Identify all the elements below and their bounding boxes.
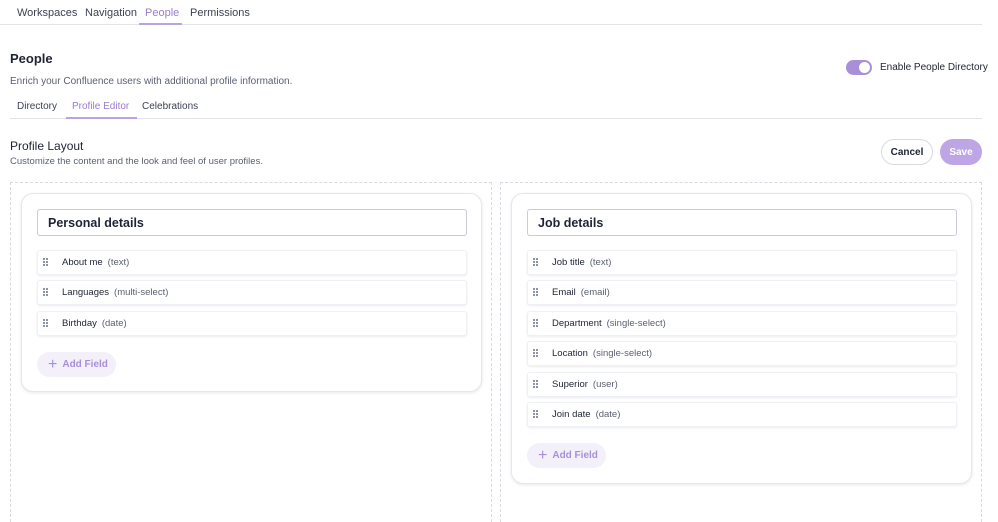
drag-handle-icon[interactable] [43, 319, 49, 328]
add-field-label: Add Field [62, 359, 108, 370]
field-name: Department [552, 318, 602, 329]
cancel-button[interactable]: Cancel [881, 139, 933, 165]
save-button[interactable]: Save [940, 139, 982, 165]
field-name: Job title [552, 257, 585, 268]
card-title-input[interactable]: Personal details [37, 209, 467, 236]
profile-layout-title: Profile Layout [10, 139, 84, 153]
subtab-directory[interactable]: Directory [17, 96, 57, 119]
top-tab-bar: Workspaces Navigation People Permissions [0, 0, 982, 25]
field-row[interactable]: Superior (user) [527, 372, 957, 397]
field-type: (date) [101, 318, 127, 329]
profile-card-personal[interactable]: Personal details About me (text) Languag… [21, 193, 482, 392]
tab-permissions[interactable]: Permissions [190, 0, 250, 25]
tab-workspaces[interactable]: Workspaces [17, 0, 77, 25]
tab-navigation[interactable]: Navigation [85, 0, 137, 25]
drag-handle-icon[interactable] [533, 349, 539, 358]
field-name: About me [62, 257, 103, 268]
layout-column-right: Job details Job title (text) Email (emai… [500, 182, 982, 522]
field-type: (text) [107, 257, 130, 268]
field-name: Email [552, 287, 576, 298]
drag-handle-icon[interactable] [43, 288, 49, 297]
field-row[interactable]: Email (email) [527, 280, 957, 305]
field-type: (user) [592, 379, 618, 390]
field-row[interactable]: Location (single-select) [527, 341, 957, 366]
page-title: People [10, 51, 53, 66]
field-type: (single-select) [606, 318, 666, 329]
field-row[interactable]: Job title (text) [527, 250, 957, 275]
field-row[interactable]: Join date (date) [527, 402, 957, 427]
page-description: Enrich your Confluence users with additi… [10, 76, 293, 87]
plus-icon: + [48, 355, 58, 373]
drag-handle-icon[interactable] [533, 288, 539, 297]
drag-handle-icon[interactable] [533, 319, 539, 328]
field-type: (email) [580, 287, 610, 298]
drag-handle-icon[interactable] [43, 258, 49, 267]
sub-tab-bar: Directory Profile Editor Celebrations [10, 96, 982, 119]
directory-toggle-group: Enable People Directory [846, 60, 988, 75]
field-type: (date) [595, 409, 621, 420]
add-field-button[interactable]: + Add Field [37, 352, 116, 377]
field-row[interactable]: Birthday (date) [37, 311, 467, 336]
field-name: Languages [62, 287, 110, 298]
enable-directory-label: Enable People Directory [880, 62, 988, 73]
add-field-button[interactable]: + Add Field [527, 443, 606, 468]
plus-icon: + [538, 446, 548, 464]
field-type: (multi-select) [114, 287, 169, 298]
layout-column-left: Personal details About me (text) Languag… [10, 182, 492, 522]
field-row[interactable]: About me (text) [37, 250, 467, 275]
field-row[interactable]: Department (single-select) [527, 311, 957, 336]
field-name: Location [552, 348, 588, 359]
drag-handle-icon[interactable] [533, 258, 539, 267]
field-name: Birthday [62, 318, 97, 329]
drag-handle-icon[interactable] [533, 380, 539, 389]
profile-layout-description: Customize the content and the look and f… [10, 156, 263, 167]
tab-people[interactable]: People [139, 0, 182, 25]
enable-directory-toggle[interactable] [846, 60, 872, 75]
drag-handle-icon[interactable] [533, 410, 539, 419]
field-row[interactable]: Languages (multi-select) [37, 280, 467, 305]
profile-card-job[interactable]: Job details Job title (text) Email (emai… [511, 193, 972, 484]
field-name: Superior [552, 379, 588, 390]
field-name: Join date [552, 409, 591, 420]
field-type: (text) [589, 257, 612, 268]
subtab-celebrations[interactable]: Celebrations [142, 96, 198, 119]
subtab-profile-editor[interactable]: Profile Editor [66, 96, 138, 119]
toggle-knob [859, 62, 870, 73]
card-title-input[interactable]: Job details [527, 209, 957, 236]
add-field-label: Add Field [552, 450, 598, 461]
field-type: (single-select) [592, 348, 653, 359]
